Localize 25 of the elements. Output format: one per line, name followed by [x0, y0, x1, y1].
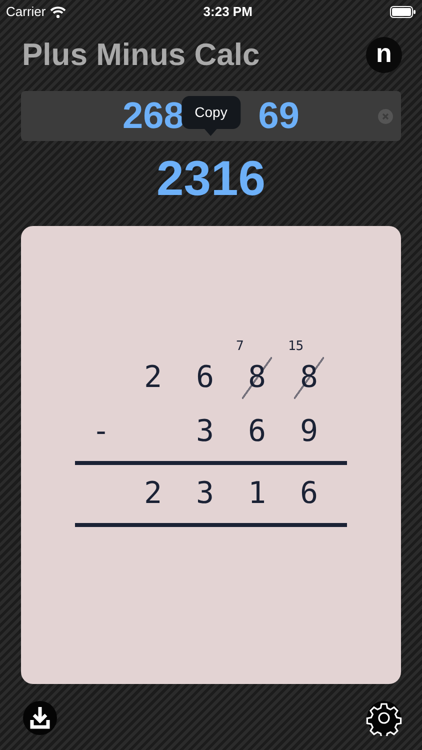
carry-digit: 15 [288, 338, 304, 356]
handwritten-digit: 6 [300, 478, 318, 508]
input-field[interactable]: 268 Copy 69 [21, 90, 401, 140]
app-title: Plus Minus Calc [22, 36, 260, 74]
profile-button[interactable]: n [366, 37, 402, 74]
tooltip-pointer [204, 128, 218, 136]
status-time: 3:23 PM [203, 3, 252, 22]
carrier-name: Carrier [6, 3, 46, 22]
operator-sign: - [92, 416, 110, 446]
handwritten-digit: 2 [144, 362, 162, 392]
wifi-icon [50, 6, 66, 18]
crossed-out-digit: 8 [294, 356, 324, 398]
carry-digit: 7 [236, 338, 244, 356]
result-value: 2316 [155, 154, 266, 204]
handwritten-digit: 6 [196, 362, 214, 392]
download-button[interactable] [22, 700, 58, 736]
settings-button[interactable] [366, 700, 402, 736]
crossed-out-digit: 8 [242, 356, 272, 398]
battery-icon [390, 6, 416, 18]
handwritten-digit: 2 [144, 478, 162, 508]
handwritten-digit: 9 [300, 416, 318, 446]
handwritten-digit: 3 [196, 478, 214, 508]
handwritten-digit: 6 [248, 416, 266, 446]
handwritten-digit: 1 [248, 478, 266, 508]
handwritten-digit: 3 [196, 416, 214, 446]
